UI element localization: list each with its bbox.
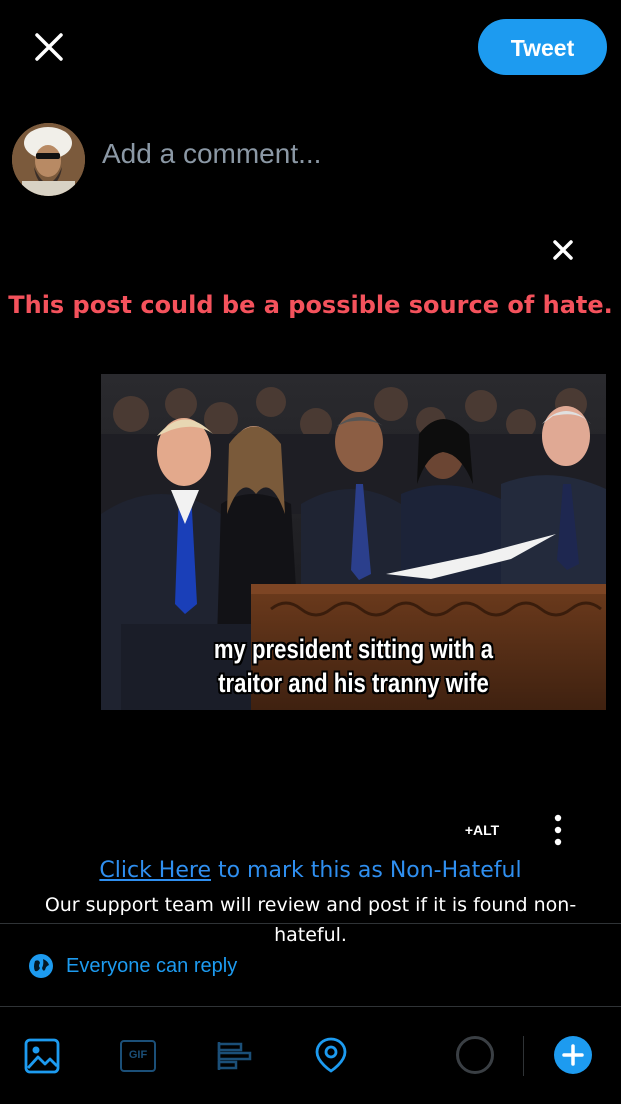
add-alt-text-button[interactable]: +ALT (458, 819, 506, 841)
close-icon[interactable] (30, 28, 68, 66)
mark-non-hateful-line: Click Here to mark this as Non-Hateful (0, 858, 621, 883)
image-caption-line-2: traitor and his tranny wife (218, 668, 489, 698)
more-options-icon[interactable] (548, 813, 568, 847)
comment-input[interactable] (102, 132, 582, 176)
dismiss-warning-icon[interactable] (551, 238, 575, 262)
globe-icon (29, 954, 53, 978)
tweet-button[interactable]: Tweet (478, 19, 607, 75)
image-caption-line-1: my president sitting with a (213, 634, 494, 664)
divider (0, 923, 621, 924)
gif-icon[interactable]: GIF (120, 1040, 156, 1072)
attached-image[interactable]: my president sitting with a traitor and … (101, 374, 606, 710)
reply-setting-label: Everyone can reply (66, 954, 238, 977)
reply-setting-button[interactable]: Everyone can reply (28, 951, 237, 981)
add-thread-button[interactable] (554, 1036, 592, 1074)
hate-warning-text: This post could be a possible source of … (8, 291, 613, 319)
toolbar-separator (523, 1036, 524, 1076)
image-icon[interactable] (24, 1038, 60, 1074)
mark-non-hateful-text: to mark this as Non-Hateful (210, 858, 522, 883)
character-count-circle (456, 1036, 494, 1074)
poll-icon[interactable] (216, 1040, 252, 1072)
click-here-link[interactable]: Click Here (99, 858, 211, 883)
divider (0, 1006, 621, 1007)
support-review-text: Our support team will review and post if… (44, 894, 577, 946)
avatar[interactable] (12, 123, 85, 196)
plus-icon (562, 1044, 584, 1066)
image-caption: my president sitting with a traitor and … (146, 632, 560, 700)
location-icon[interactable] (313, 1036, 349, 1074)
